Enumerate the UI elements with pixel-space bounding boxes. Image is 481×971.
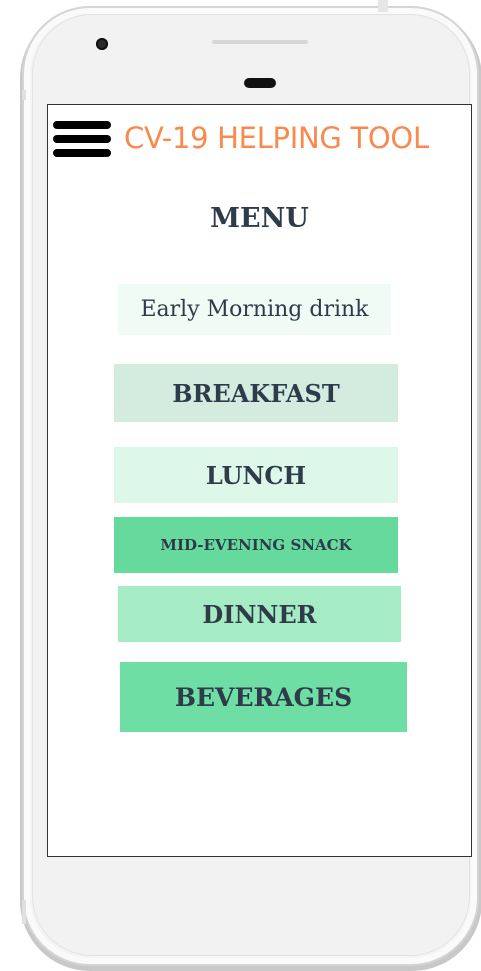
menu-item-breakfast[interactable]: BREAKFAST bbox=[114, 364, 398, 422]
menu-item-label: Early Morning drink bbox=[140, 297, 369, 322]
app-title: CV-19 HELPING TOOL bbox=[124, 121, 429, 155]
phone-side-button bbox=[22, 90, 26, 100]
earpiece bbox=[244, 78, 276, 88]
menu-item-label: DINNER bbox=[202, 599, 317, 629]
front-camera-icon bbox=[96, 38, 108, 50]
phone-top-button bbox=[378, 0, 388, 12]
menu-item-label: MID-EVENING SNACK bbox=[160, 536, 352, 554]
speaker-grille bbox=[212, 40, 308, 44]
menu-item-mid-evening-snack[interactable]: MID-EVENING SNACK bbox=[114, 517, 398, 573]
menu-item-dinner[interactable]: DINNER bbox=[118, 586, 401, 642]
menu-item-early-morning-drink[interactable]: Early Morning drink bbox=[118, 284, 391, 335]
menu-item-beverages[interactable]: BEVERAGES bbox=[120, 662, 407, 732]
hamburger-bar bbox=[53, 135, 111, 143]
hamburger-bar bbox=[53, 121, 111, 129]
menu-item-lunch[interactable]: LUNCH bbox=[114, 447, 398, 503]
menu-item-label: BREAKFAST bbox=[172, 378, 340, 408]
phone-side-button-lower bbox=[22, 900, 26, 924]
app-screen: CV-19 HELPING TOOL MENU Early Morning dr… bbox=[47, 104, 472, 857]
menu-item-label: LUNCH bbox=[205, 460, 307, 490]
hamburger-bar bbox=[53, 149, 111, 157]
hamburger-icon[interactable] bbox=[53, 117, 111, 161]
menu-heading: MENU bbox=[210, 203, 309, 234]
menu-item-label: BEVERAGES bbox=[174, 682, 353, 712]
